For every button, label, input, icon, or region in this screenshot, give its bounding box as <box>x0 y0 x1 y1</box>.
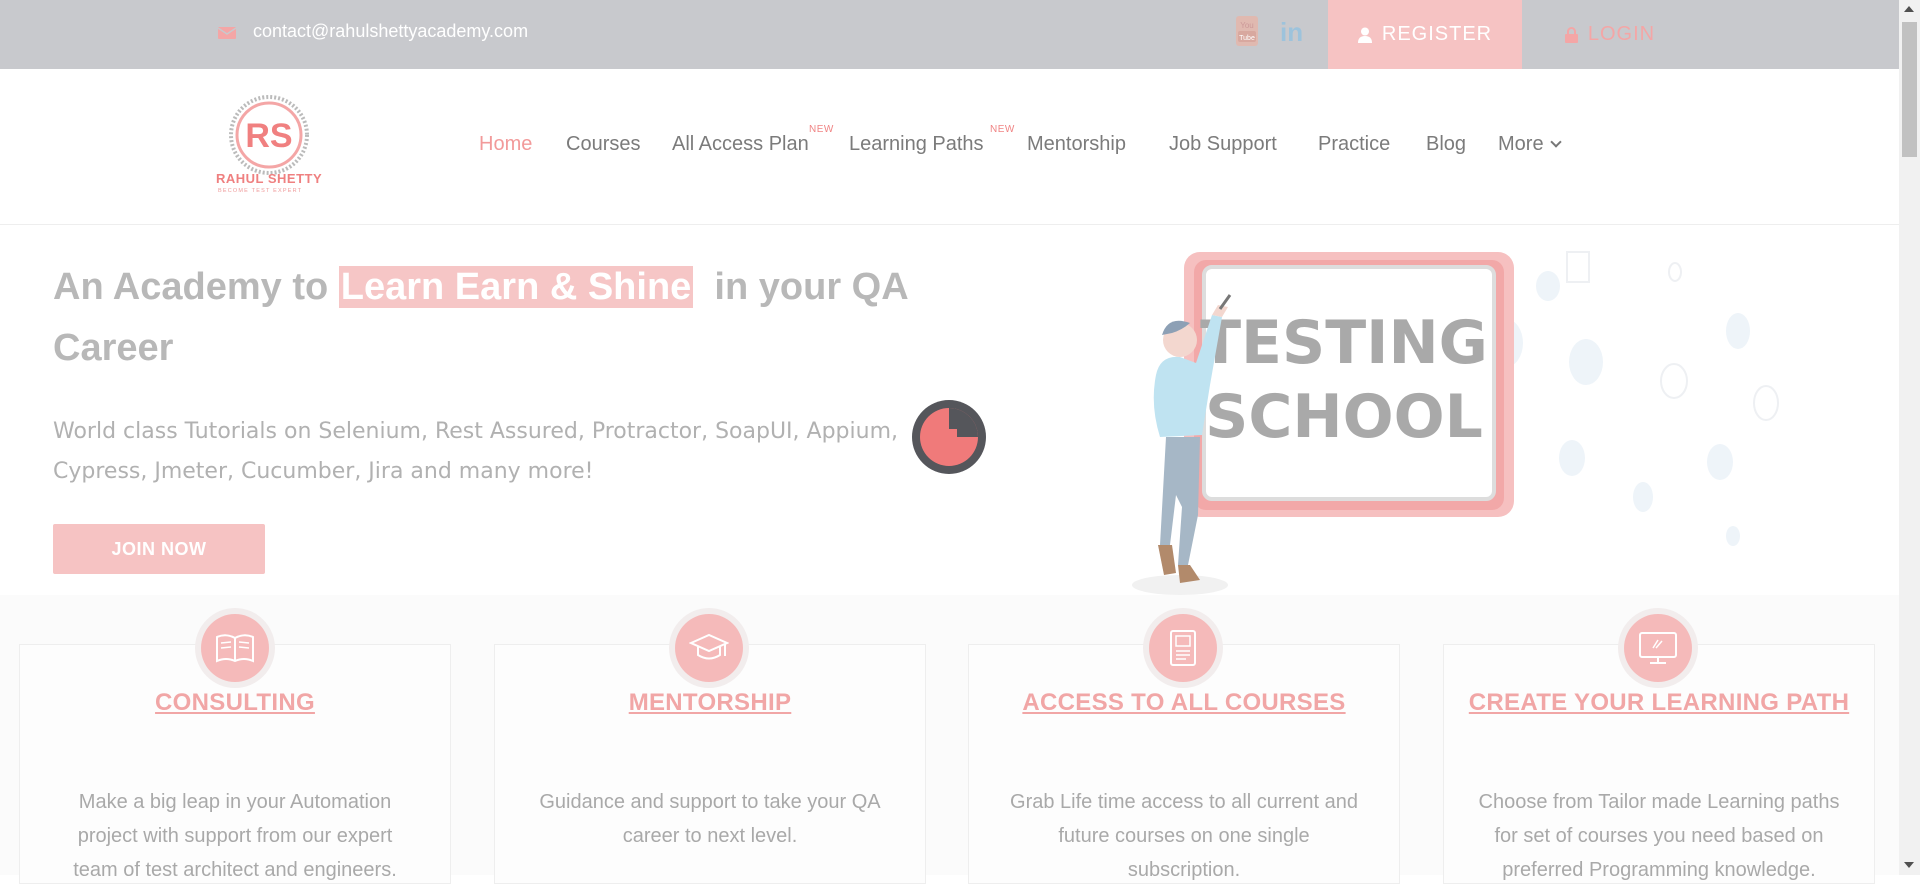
chevron-down-icon <box>1549 136 1562 148</box>
login-label: LOGIN <box>1587 23 1656 45</box>
hero-title-highlight: Learn Earn & Shine <box>338 266 694 308</box>
scroll-down-arrow-icon[interactable] <box>1904 862 1914 868</box>
feature-desc: Choose from Tailor made Learning paths f… <box>1478 791 1840 881</box>
loading-spinner-icon <box>912 400 986 474</box>
testing-school-illustration: TESTING SCHOOL <box>1132 251 1779 595</box>
register-button[interactable]: REGISTER <box>1328 0 1522 69</box>
nav-item-courses[interactable]: Courses <box>566 133 640 156</box>
lock-icon <box>1564 26 1578 43</box>
feature-title[interactable]: MENTORSHIP <box>494 685 926 720</box>
scrollbar-thumb[interactable] <box>1902 22 1917 157</box>
feature-desc: Grab Life time access to all current and… <box>1010 791 1358 881</box>
book-icon <box>216 634 254 663</box>
top-bar: contact@rahulshettyacademy.com You Tube … <box>0 0 1899 69</box>
feature-icon-wrap <box>1618 608 1698 688</box>
new-badge: NEW <box>990 124 1015 135</box>
linkedin-icon[interactable]: in <box>1280 17 1303 48</box>
feature-icon-wrap <box>669 608 749 688</box>
nav-item-practice[interactable]: Practice <box>1318 133 1390 156</box>
scroll-up-arrow-icon[interactable] <box>1904 6 1914 12</box>
feature-desc: Guidance and support to take your QA car… <box>539 791 881 847</box>
mail-icon <box>217 27 237 39</box>
logo-text: RAHUL SHETTY <box>216 171 323 186</box>
nav-item-home[interactable]: Home <box>479 133 532 156</box>
svg-text:You: You <box>1240 21 1254 30</box>
art-text-line2: SCHOOL <box>1205 382 1483 452</box>
nav-item-more[interactable]: More <box>1498 133 1562 156</box>
feature-title[interactable]: ACCESS TO ALL COURSES <box>968 685 1400 720</box>
nav-item-mentorship[interactable]: Mentorship <box>1027 133 1126 156</box>
svg-text:Tube: Tube <box>1239 35 1255 42</box>
user-icon <box>1357 27 1372 43</box>
feature-icon-wrap <box>1143 608 1223 688</box>
logo-subtext: BECOME TEST EXPERT <box>218 188 303 194</box>
nav-item-more-label: More <box>1498 133 1544 155</box>
hero-title-pre: An Academy to <box>53 266 339 308</box>
feature-icon-wrap <box>195 608 275 688</box>
nav-item-learning-paths[interactable]: Learning Paths <box>849 133 984 156</box>
feature-desc: Make a big leap in your Automation proje… <box>73 791 397 881</box>
graduation-cap-icon <box>689 633 729 660</box>
feature-title[interactable]: CONSULTING <box>19 685 451 720</box>
register-label: REGISTER <box>1381 23 1493 45</box>
page-scrollbar[interactable] <box>1899 0 1920 875</box>
nav-item-job-support[interactable]: Job Support <box>1169 133 1277 156</box>
art-text-line1: TESTING <box>1200 308 1488 378</box>
new-badge: NEW <box>809 124 834 135</box>
hero-title: An Academy to Learn Earn & Shine in your… <box>53 257 953 379</box>
svg-text:RS: RS <box>245 117 292 155</box>
login-button[interactable]: LOGIN <box>1540 0 1680 69</box>
join-now-button[interactable]: JOIN NOW <box>53 524 265 574</box>
hero-subtitle: World class Tutorials on Selenium, Rest … <box>53 419 898 484</box>
feature-title[interactable]: CREATE YOUR LEARNING PATH <box>1443 685 1875 720</box>
monitor-icon <box>1639 632 1677 664</box>
contact-email-link[interactable]: contact@rahulshettyacademy.com <box>253 21 528 42</box>
courses-icon <box>1170 630 1196 666</box>
youtube-icon[interactable]: You Tube <box>1235 16 1259 46</box>
nav-item-all-access-plan[interactable]: All Access Plan <box>672 133 809 156</box>
nav-item-blog[interactable]: Blog <box>1426 133 1466 156</box>
